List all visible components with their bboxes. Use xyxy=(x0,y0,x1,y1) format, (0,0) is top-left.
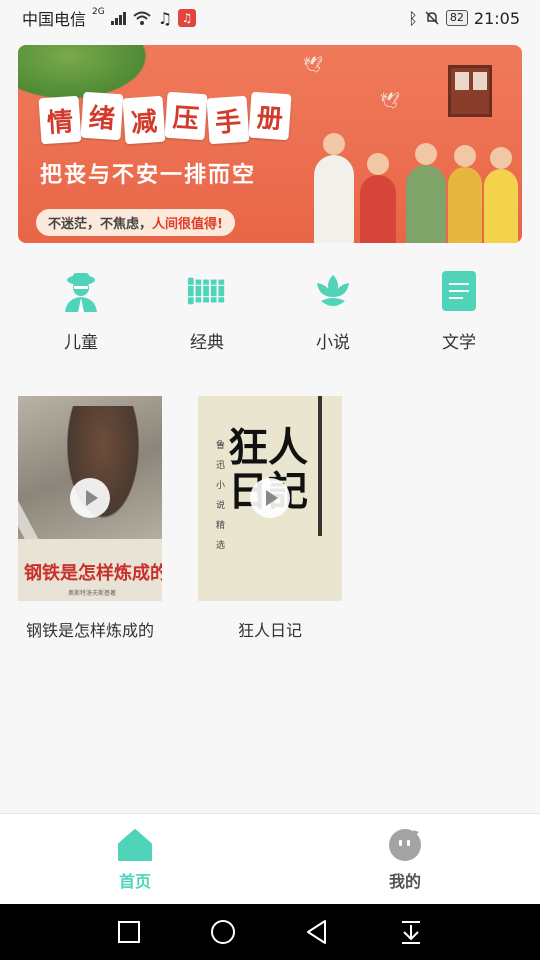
recents-button[interactable] xyxy=(111,914,147,950)
square-icon xyxy=(118,921,140,943)
book-title[interactable]: 钢铁是怎样炼成的 xyxy=(26,617,154,641)
system-nav-bar xyxy=(0,904,540,960)
home-button[interactable] xyxy=(205,914,241,950)
book-cover[interactable]: 鲁迅小说精选 狂人日記 xyxy=(198,396,342,601)
category-label: 儿童 xyxy=(64,333,98,353)
music-app-icon: ♫ xyxy=(178,9,197,27)
book-item[interactable]: 鲁迅小说精选 狂人日記 狂人日记 xyxy=(198,396,342,641)
signal-icon xyxy=(110,11,126,25)
bird-icon: 🕊 xyxy=(303,55,324,74)
carrier-name: 中国电信 xyxy=(22,10,87,29)
category-novels[interactable]: 小说 xyxy=(270,270,396,353)
category-children[interactable]: 儿童 xyxy=(18,270,144,353)
profile-face-icon xyxy=(389,829,421,861)
category-label: 文学 xyxy=(442,333,476,353)
tab-label: 首页 xyxy=(118,872,151,891)
slogan-text: 不迷茫，不焦虑， xyxy=(48,217,153,232)
title-char: 绪 xyxy=(80,91,124,141)
play-icon[interactable] xyxy=(250,478,290,518)
home-icon xyxy=(118,829,152,861)
category-grid: 儿童 经典 小说 文学 xyxy=(0,270,540,353)
bird-icon: 🕊 xyxy=(380,91,401,110)
slogan-highlight: 人间很值得! xyxy=(152,217,223,232)
circle-icon xyxy=(211,920,235,944)
wifi-icon xyxy=(133,11,151,25)
status-left: 中国电信 2G ♫ ♫ xyxy=(22,6,197,30)
mute-bell-icon xyxy=(425,11,439,25)
people-illustration xyxy=(308,125,518,243)
clock: 21:05 xyxy=(473,8,520,28)
cover-vertical-text: 鲁迅小说精选 xyxy=(216,441,226,551)
category-literature[interactable]: 文学 xyxy=(396,270,522,353)
category-classics[interactable]: 经典 xyxy=(144,270,270,353)
title-char: 手 xyxy=(206,95,250,145)
bottom-tab-bar: 首页 我的 xyxy=(0,813,540,904)
category-label: 小说 xyxy=(316,333,350,353)
book-list: 钢铁是怎样炼成的 奥斯特洛夫斯基著 钢铁是怎样炼成的 鲁迅小说精选 狂人日記 狂… xyxy=(18,396,342,641)
book-title[interactable]: 狂人日记 xyxy=(238,617,302,641)
play-icon[interactable] xyxy=(70,478,110,518)
window-illustration xyxy=(448,65,492,117)
book-cover[interactable]: 钢铁是怎样炼成的 奥斯特洛夫斯基著 xyxy=(18,396,162,601)
child-icon xyxy=(60,270,102,312)
bamboo-scroll-icon xyxy=(186,270,228,312)
promo-banner[interactable]: 🕊 🕊 情 绪 减 压 手 册 把丧与不安一排而空 不迷茫，不焦虑，人间很值得! xyxy=(18,45,522,243)
lotus-icon xyxy=(312,270,354,312)
banner-title: 情 绪 减 压 手 册 xyxy=(38,91,292,145)
title-char: 册 xyxy=(248,91,292,141)
back-button[interactable] xyxy=(299,914,335,950)
music-note-icon: ♫ xyxy=(157,8,173,28)
battery-icon: 82 xyxy=(445,10,468,26)
tab-mine[interactable]: 我的 xyxy=(270,814,540,904)
back-triangle-icon xyxy=(307,920,326,944)
notification-shade-button[interactable] xyxy=(393,914,429,950)
title-char: 压 xyxy=(164,91,208,141)
pull-down-icon xyxy=(402,921,420,944)
status-bar: 中国电信 2G ♫ ♫ ᛒ 82 21:05 xyxy=(0,0,540,36)
bluetooth-icon: ᛒ xyxy=(408,8,418,28)
title-char: 减 xyxy=(122,95,166,145)
network-type: 2G xyxy=(92,7,105,17)
cover-author: 奥斯特洛夫斯基著 xyxy=(68,590,117,597)
document-icon xyxy=(438,270,480,312)
banner-subtitle: 把丧与不安一排而空 xyxy=(40,163,257,188)
cover-title: 钢铁是怎样炼成的 xyxy=(24,563,162,584)
status-right: ᛒ 82 21:05 xyxy=(408,9,520,28)
tab-label: 我的 xyxy=(388,872,421,891)
banner-slogan: 不迷茫，不焦虑，人间很值得! xyxy=(36,209,235,236)
tab-home[interactable]: 首页 xyxy=(0,814,270,904)
category-label: 经典 xyxy=(190,333,224,353)
title-char: 情 xyxy=(38,95,82,145)
book-item[interactable]: 钢铁是怎样炼成的 奥斯特洛夫斯基著 钢铁是怎样炼成的 xyxy=(18,396,162,641)
